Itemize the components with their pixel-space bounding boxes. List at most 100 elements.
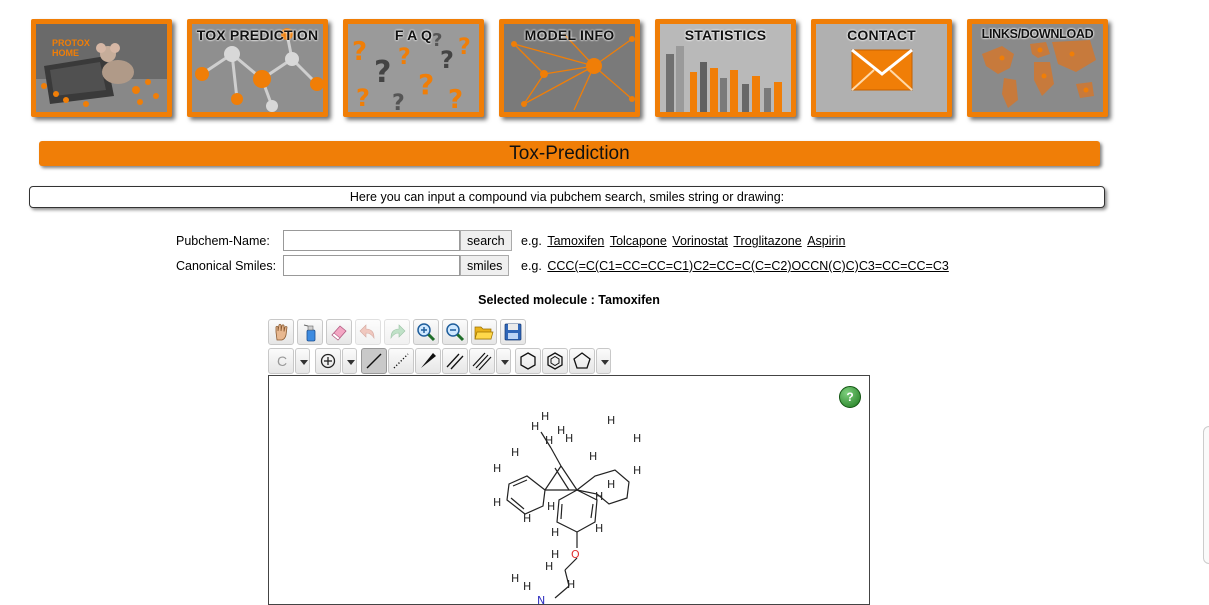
example-tamoxifen-link[interactable]: Tamoxifen <box>547 234 604 248</box>
chevron-down-icon <box>300 360 308 365</box>
smiles-examples: e.g. CCC(=C(C1=CC=CC=C1)C2=CC=C(C=C2)OCC… <box>521 259 949 273</box>
svg-text:H: H <box>633 464 641 477</box>
triple-bond-button[interactable] <box>469 348 495 374</box>
svg-text:H: H <box>607 414 615 427</box>
chevron-down-icon <box>601 360 609 365</box>
tox-prediction-image: TOX PREDICTION <box>192 24 323 112</box>
svg-text:H: H <box>523 512 531 525</box>
eg-label: e.g. <box>521 259 542 273</box>
statistics-image: STATISTICS <box>660 24 791 112</box>
hand-icon[interactable] <box>268 319 294 345</box>
atom-h: H <box>531 420 539 433</box>
redo-icon[interactable] <box>384 319 410 345</box>
charge-plus-button[interactable] <box>315 348 341 374</box>
nav-model-info-label: MODEL INFO <box>524 27 615 43</box>
open-folder-icon[interactable] <box>471 319 497 345</box>
zoom-in-icon[interactable] <box>413 319 439 345</box>
pubchem-name-input[interactable] <box>283 230 460 251</box>
nav-statistics-label: STATISTICS <box>684 27 767 43</box>
wedge-bond-button[interactable] <box>415 348 441 374</box>
ring-dropdown[interactable] <box>596 348 611 374</box>
nav-faq[interactable]: ? ? ? ? ? ? ? ? ? ? F A Q <box>343 19 484 117</box>
atom-c-label: C <box>277 353 288 369</box>
svg-text:H: H <box>511 572 519 585</box>
page-title: Tox-Prediction <box>39 141 1100 166</box>
svg-text:H: H <box>567 578 575 591</box>
eraser-icon[interactable] <box>326 319 352 345</box>
atom-dropdown[interactable] <box>295 348 310 374</box>
nav-contact-label: CONTACT <box>847 27 916 43</box>
benzene-button[interactable] <box>542 348 568 374</box>
single-bond-button[interactable] <box>361 348 387 374</box>
svg-text:H: H <box>589 450 597 463</box>
eg-label: e.g. <box>521 234 542 248</box>
hash-bond-button[interactable] <box>388 348 414 374</box>
example-troglitazone-link[interactable]: Troglitazone <box>733 234 801 248</box>
links-download-image: LINKS/DOWNLOAD <box>972 24 1103 112</box>
home-label-line2: HOME <box>52 48 79 58</box>
save-icon[interactable] <box>500 319 526 345</box>
cyclohexane-button[interactable] <box>515 348 541 374</box>
svg-text:?: ? <box>356 84 370 112</box>
undo-icon[interactable] <box>355 319 381 345</box>
nav-protox-home[interactable]: PROTOX HOME <box>31 19 172 117</box>
pubchem-search-button[interactable]: search <box>460 230 512 251</box>
spray-bottle-icon[interactable] <box>297 319 323 345</box>
tamoxifen-structure: H H H H H H H H H H H H H H H H H H H H … <box>493 410 641 604</box>
smiles-label: Canonical Smiles: <box>176 259 277 273</box>
example-smiles-link[interactable]: CCC(=C(C1=CC=CC=C1)C2=CC=C(C=C2)OCCN(C)C… <box>547 259 948 273</box>
nav-tox-prediction-label: TOX PREDICTION <box>196 27 319 43</box>
svg-text:H: H <box>547 500 555 513</box>
home-label-line1: PROTOX <box>52 38 90 48</box>
selected-molecule: Selected molecule : Tamoxifen <box>478 293 660 307</box>
nav-tox-prediction[interactable]: TOX PREDICTION <box>187 19 328 117</box>
zoom-out-icon[interactable] <box>442 319 468 345</box>
svg-text:H: H <box>511 446 519 459</box>
nav-statistics[interactable]: STATISTICS <box>655 19 796 117</box>
triple-bond-icon <box>472 352 492 371</box>
molecule-drawing-canvas[interactable]: ? H H H H H H H H H H H H H H H H H H H … <box>268 375 870 605</box>
single-bond-icon <box>366 353 382 369</box>
chevron-down-icon <box>501 360 509 365</box>
smiles-button[interactable]: smiles <box>460 255 510 276</box>
example-vorinostat-link[interactable]: Vorinostat <box>672 234 728 248</box>
intro-text: Here you can input a compound via pubche… <box>29 186 1105 208</box>
nav-links-download-label: LINKS/DOWNLOAD <box>981 27 1094 41</box>
svg-text:H: H <box>493 462 501 475</box>
bond-dropdown[interactable] <box>496 348 511 374</box>
example-aspirin-link[interactable]: Aspirin <box>807 234 845 248</box>
charge-plus-icon <box>320 353 336 369</box>
svg-text:?: ? <box>374 55 391 90</box>
nav-contact[interactable]: CONTACT <box>811 19 952 117</box>
svg-text:?: ? <box>398 45 411 70</box>
example-tolcapone-link[interactable]: Tolcapone <box>610 234 667 248</box>
svg-text:?: ? <box>418 68 434 101</box>
double-bond-button[interactable] <box>442 348 468 374</box>
cyclohexane-icon <box>520 352 536 370</box>
page-scrollbar[interactable] <box>1203 426 1209 564</box>
smiles-input[interactable] <box>283 255 460 276</box>
cyclopentane-icon <box>573 352 591 369</box>
svg-text:H: H <box>545 434 553 447</box>
svg-text:?: ? <box>392 91 405 112</box>
svg-text:H: H <box>551 526 559 539</box>
pubchem-label: Pubchem-Name: <box>176 234 270 248</box>
benzene-icon <box>547 352 563 370</box>
nav-links-download[interactable]: LINKS/DOWNLOAD <box>967 19 1108 117</box>
model-info-image: MODEL INFO <box>504 24 635 112</box>
atom-n: N <box>537 594 545 604</box>
svg-text:H: H <box>545 560 553 573</box>
atom-c-button[interactable]: C <box>268 348 294 374</box>
svg-text:H: H <box>541 410 549 423</box>
svg-text:H: H <box>565 432 573 445</box>
double-bond-icon <box>446 353 464 370</box>
charge-dropdown[interactable] <box>342 348 357 374</box>
nav-model-info[interactable]: MODEL INFO <box>499 19 640 117</box>
pubchem-examples: e.g. Tamoxifen Tolcapone Vorinostat Trog… <box>521 234 845 248</box>
atom-o: O <box>571 548 580 561</box>
nav-faq-label: F A Q <box>394 27 433 43</box>
svg-text:H: H <box>633 432 641 445</box>
svg-text:?: ? <box>448 85 463 112</box>
protox-home-image: PROTOX HOME <box>36 24 167 112</box>
cyclopentane-button[interactable] <box>569 348 595 374</box>
